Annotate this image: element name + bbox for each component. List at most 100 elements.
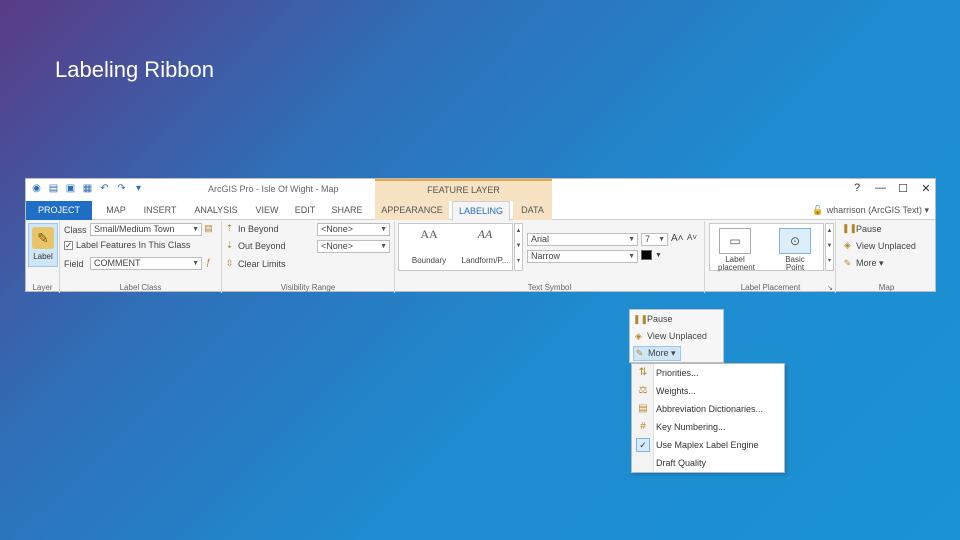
- menu-item-abbreviation-dictionaries[interactable]: ▤ Abbreviation Dictionaries...: [632, 400, 784, 418]
- font-style-combo[interactable]: Narrow ▼: [527, 250, 638, 263]
- tab-map[interactable]: MAP: [98, 201, 134, 220]
- text-symbol-gallery: AA Boundary AA Landform/P...: [398, 223, 513, 271]
- gallery-scroll[interactable]: ▲ ▼ ▾: [514, 223, 523, 271]
- close-button[interactable]: ✕: [921, 182, 931, 195]
- decrease-font-size-button[interactable]: A˅: [687, 233, 697, 242]
- font-style-value: Narrow: [531, 251, 561, 261]
- font-size-value: 7: [645, 234, 651, 244]
- chevron-down-icon: ▼: [192, 260, 199, 267]
- tab-edit[interactable]: EDIT: [290, 201, 320, 220]
- font-color-swatch-icon: [641, 250, 652, 260]
- tab-bar: PROJECT MAP INSERT ANALYSIS VIEW EDIT SH…: [26, 201, 935, 221]
- font-name-combo[interactable]: Arial ▼: [527, 233, 638, 246]
- expression-icon: ƒ: [205, 257, 211, 267]
- window-controls: ? — ☐ ✕: [852, 182, 931, 195]
- signed-in-icon: 🔓: [812, 205, 824, 215]
- more-dropdown-menu: ⇅ Priorities... ⚖ Weights... ▤ Abbreviat…: [631, 363, 785, 473]
- view-unplaced-icon: ◈: [844, 240, 851, 250]
- popup-view-unplaced-button[interactable]: ◈ View Unplaced: [633, 329, 707, 344]
- more-button[interactable]: ✎ More ▾: [842, 258, 884, 269]
- label-toggle-button[interactable]: ✎ Label: [28, 223, 58, 267]
- boundary-sample: AA: [420, 227, 438, 241]
- layer-group-label: Layer: [32, 283, 53, 292]
- in-beyond-button[interactable]: ⇡ In Beyond: [224, 223, 279, 234]
- visibility-range-group: ⇡ In Beyond ⇣ Out Beyond ⇳ Clear Limits …: [222, 221, 395, 293]
- text-symbol-group: AA Boundary AA Landform/P... ▲ ▼ ▾ Arial ▼…: [395, 221, 705, 293]
- gallery-item-landform[interactable]: AA Landform/P...: [457, 227, 513, 265]
- placement-gallery-scroll[interactable]: ▲ ▼ ▾: [825, 223, 834, 271]
- increase-font-size-button[interactable]: A˄: [671, 233, 684, 244]
- expression-button[interactable]: ƒ: [203, 257, 214, 268]
- placement-item-label: Label placement: [718, 255, 755, 272]
- in-beyond-scale-combo[interactable]: <None> ▼: [317, 223, 390, 236]
- app-logo-icon[interactable]: ◉: [30, 182, 43, 195]
- clear-limits-button[interactable]: ⇳ Clear Limits: [224, 258, 286, 269]
- feature-layer-context-header: FEATURE LAYER: [375, 179, 552, 201]
- label-features-text: Label Features In This Class: [76, 240, 191, 250]
- save-icon[interactable]: ▣: [64, 182, 77, 195]
- menu-item-label: Weights...: [656, 386, 696, 396]
- user-name: wharrison (ArcGIS Text) ▾: [826, 205, 929, 215]
- label-button-text: Label: [33, 252, 53, 261]
- tab-data[interactable]: DATA: [513, 201, 552, 220]
- view-unplaced-text: View Unplaced: [856, 240, 916, 251]
- font-color-button[interactable]: ▼: [641, 250, 662, 260]
- label-class-group: Class Small/Medium Town ▼ ▤ ✓ Label Feat…: [60, 221, 222, 293]
- zoom-out-beyond-icon: ⇣: [225, 240, 234, 250]
- font-name-value: Arial: [531, 234, 550, 244]
- menu-item-priorities[interactable]: ⇅ Priorities...: [632, 364, 784, 382]
- chevron-down-icon: ▼: [655, 251, 662, 259]
- view-unplaced-icon: ◈: [635, 331, 642, 341]
- menu-item-label: Use Maplex Label Engine: [656, 440, 759, 450]
- class-settings-button[interactable]: ▤: [203, 223, 214, 234]
- menu-item-key-numbering[interactable]: # Key Numbering...: [632, 418, 784, 436]
- open-icon[interactable]: ▤: [47, 182, 60, 195]
- tab-project[interactable]: PROJECT: [26, 201, 92, 220]
- save-as-icon[interactable]: ▦: [81, 182, 94, 195]
- tab-appearance[interactable]: APPEARANCE: [375, 201, 449, 220]
- tab-insert[interactable]: INSERT: [138, 201, 182, 220]
- font-size-combo[interactable]: 7 ▼: [641, 233, 668, 246]
- menu-item-draft-quality[interactable]: Draft Quality: [632, 454, 784, 472]
- undo-icon[interactable]: ↶: [98, 182, 111, 195]
- minimize-button[interactable]: —: [875, 182, 886, 195]
- popup-pause-button[interactable]: ❚❚ Pause: [633, 312, 673, 327]
- tab-share[interactable]: SHARE: [326, 201, 368, 220]
- menu-item-use-maplex[interactable]: ✓ Use Maplex Label Engine: [632, 436, 784, 454]
- customize-qat-icon[interactable]: ▾: [132, 182, 145, 195]
- redo-icon[interactable]: ↷: [115, 182, 128, 195]
- out-beyond-scale-combo[interactable]: <None> ▼: [317, 240, 390, 253]
- out-beyond-button[interactable]: ⇣ Out Beyond: [224, 240, 286, 251]
- user-account[interactable]: 🔓 wharrison (ArcGIS Text) ▾: [812, 205, 929, 216]
- key-numbering-icon: #: [640, 421, 646, 432]
- tab-view[interactable]: VIEW: [250, 201, 284, 220]
- slide-title: Labeling Ribbon: [55, 57, 215, 82]
- field-value: COMMENT: [94, 258, 141, 268]
- field-combo[interactable]: COMMENT ▼: [90, 257, 202, 270]
- out-beyond-text: Out Beyond: [238, 240, 286, 251]
- class-value: Small/Medium Town: [94, 224, 175, 234]
- placement-item-label-placement[interactable]: ▭ Label placement: [718, 228, 755, 272]
- dialog-launcher-icon[interactable]: ↘: [827, 284, 833, 292]
- menu-item-label: Priorities...: [656, 368, 699, 378]
- maximize-button[interactable]: ☐: [898, 182, 908, 195]
- help-button[interactable]: ?: [852, 182, 862, 195]
- placement-item-basic-point[interactable]: ⊙ Basic Point: [778, 228, 812, 272]
- menu-item-weights[interactable]: ⚖ Weights...: [632, 382, 784, 400]
- gallery-item-boundary[interactable]: AA Boundary: [403, 227, 455, 265]
- increase-font-icon: A˄: [671, 233, 684, 244]
- in-beyond-text: In Beyond: [238, 223, 279, 234]
- tab-analysis[interactable]: ANALYSIS: [188, 201, 244, 220]
- class-label: Class: [64, 225, 87, 235]
- class-combo[interactable]: Small/Medium Town ▼: [90, 223, 202, 236]
- text-symbol-group-label: Text Symbol: [527, 283, 572, 292]
- label-features-checkbox[interactable]: ✓: [64, 240, 73, 250]
- pause-button[interactable]: ❚❚ Pause: [842, 223, 882, 234]
- label-placement-group-label: Label Placement: [740, 283, 801, 292]
- more-icon: ✎: [843, 258, 852, 268]
- tab-labeling[interactable]: LABELING: [452, 201, 510, 221]
- quick-access-toolbar: ◉ ▤ ▣ ▦ ↶ ↷ ▾: [30, 182, 145, 195]
- popup-more-button[interactable]: ✎ More ▾: [633, 346, 681, 361]
- label-features-checkbox-row[interactable]: ✓ Label Features In This Class: [64, 240, 190, 250]
- view-unplaced-button[interactable]: ◈ View Unplaced: [842, 240, 916, 251]
